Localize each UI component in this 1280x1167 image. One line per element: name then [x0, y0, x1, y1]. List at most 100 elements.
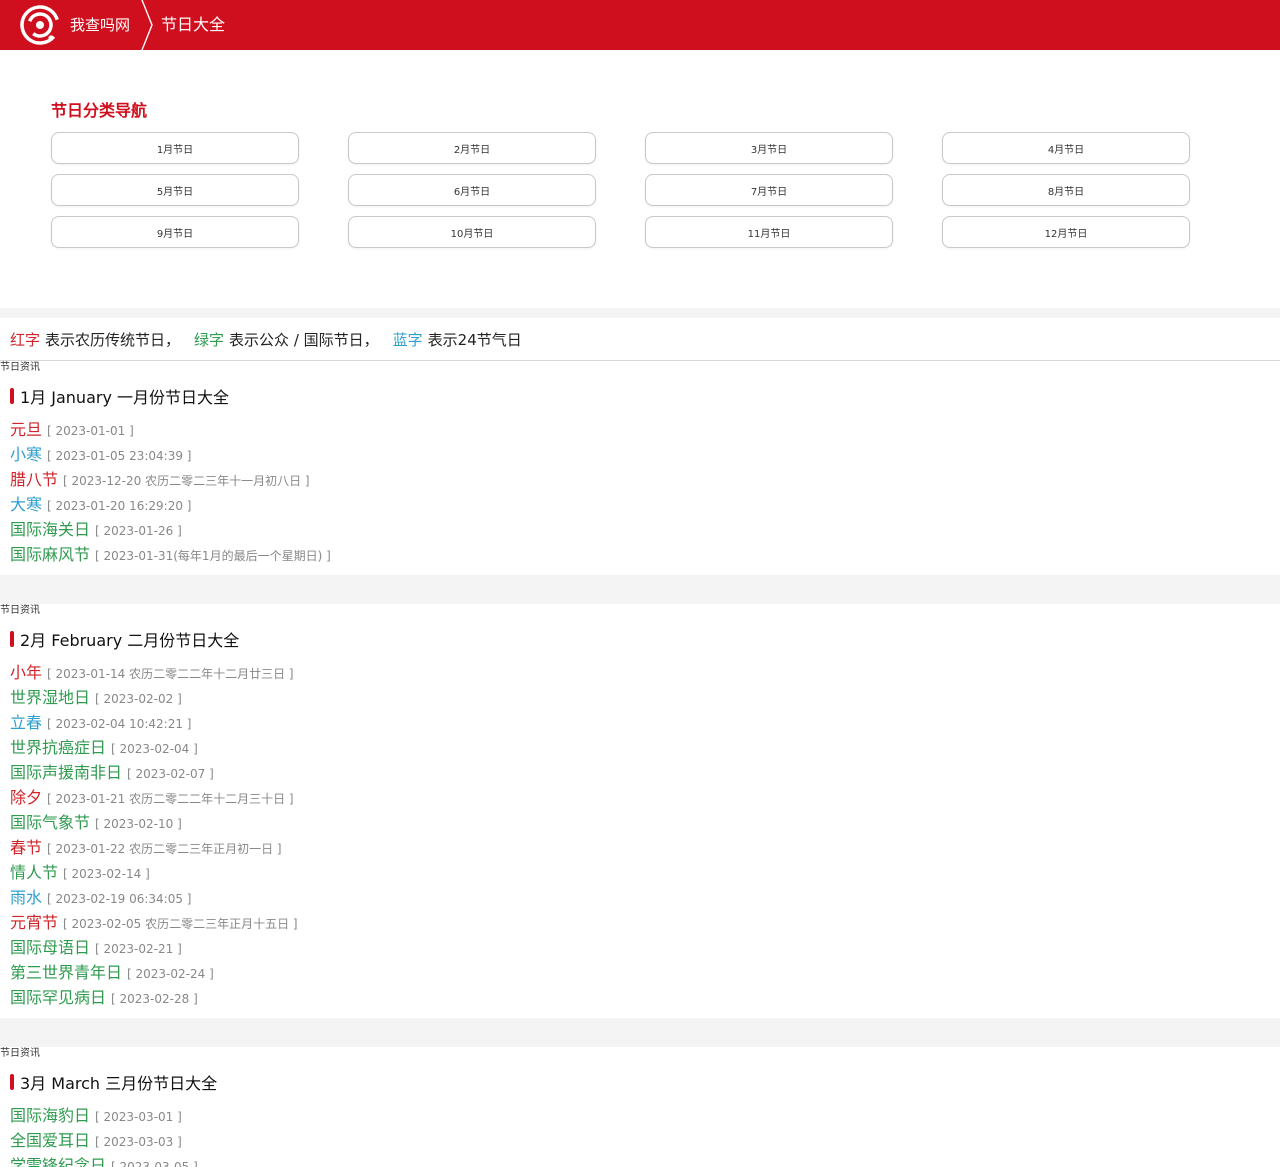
- month-button-9[interactable]: 9月节日: [51, 216, 299, 248]
- festival-item: 国际海豹日 [ 2023-03-01 ]: [10, 1103, 1270, 1128]
- month-button-12[interactable]: 12月节日: [942, 216, 1190, 248]
- festival-name-link[interactable]: 国际声援南非日: [10, 763, 122, 782]
- festival-item: 腊八节 [ 2023-12-20 农历二零二三年十一月初八日 ]: [10, 467, 1270, 492]
- festival-date: [ 2023-02-04 ]: [111, 742, 198, 756]
- month-button-1[interactable]: 1月节日: [51, 132, 299, 164]
- month-button-6[interactable]: 6月节日: [348, 174, 596, 206]
- month-button-8[interactable]: 8月节日: [942, 174, 1190, 206]
- festival-name-link[interactable]: 大寒: [10, 495, 42, 514]
- month-button-2[interactable]: 2月节日: [348, 132, 596, 164]
- festival-list: 元旦 [ 2023-01-01 ] 小寒 [ 2023-01-05 23:04:39 …: [10, 411, 1270, 575]
- festival-name-link[interactable]: 情人节: [10, 863, 58, 882]
- festival-date: [ 2023-12-20 农历二零二三年十一月初八日 ]: [63, 474, 310, 488]
- festival-name-link[interactable]: 除夕: [10, 788, 42, 807]
- festival-date: [ 2023-02-10 ]: [95, 817, 182, 831]
- festival-name-link[interactable]: 小寒: [10, 445, 42, 464]
- site-name-link[interactable]: 我查吗网: [70, 15, 130, 35]
- festival-date: [ 2023-02-28 ]: [111, 992, 198, 1006]
- festival-name-link[interactable]: 第三世界青年日: [10, 963, 122, 982]
- festival-name-link[interactable]: 世界抗癌症日: [10, 738, 106, 757]
- festival-date: [ 2023-02-05 农历二零二三年正月十五日 ]: [63, 917, 298, 931]
- festival-item: 国际罕见病日 [ 2023-02-28 ]: [10, 985, 1270, 1010]
- festival-name-link[interactable]: 元宵节: [10, 913, 58, 932]
- festival-date: [ 2023-02-21 ]: [95, 942, 182, 956]
- month-section: 2月 February 二月份节日大全 小年 [ 2023-01-14 农历二零二…: [0, 624, 1280, 1018]
- section-separator: [0, 1018, 1280, 1047]
- festival-name-link[interactable]: 学雷锋纪念日: [10, 1156, 106, 1167]
- month-button-4[interactable]: 4月节日: [942, 132, 1190, 164]
- festival-date: [ 2023-02-04 10:42:21 ]: [47, 717, 192, 731]
- section-separator: [0, 575, 1280, 604]
- month-button-10[interactable]: 10月节日: [348, 216, 596, 248]
- festival-date: [ 2023-01-05 23:04:39 ]: [47, 449, 192, 463]
- festival-name-link[interactable]: 国际罕见病日: [10, 988, 106, 1007]
- festival-name-link[interactable]: 世界湿地日: [10, 688, 90, 707]
- festival-item: 国际声援南非日 [ 2023-02-07 ]: [10, 760, 1270, 785]
- festival-date: [ 2023-01-01 ]: [47, 424, 134, 438]
- month-heading[interactable]: 1月 January 一月份节日大全: [10, 381, 1270, 411]
- heading-accent-bar: [10, 1074, 14, 1090]
- month-heading-text[interactable]: 2月 February 二月份节日大全: [20, 627, 239, 651]
- breadcrumb-current: 节日大全: [161, 15, 226, 34]
- legend-green-desc: 表示公众 / 国际节日，: [229, 331, 379, 349]
- festival-name-link[interactable]: 国际母语日: [10, 938, 90, 957]
- site-logo-icon[interactable]: [20, 5, 60, 45]
- month-heading-text[interactable]: 3月 March 三月份节日大全: [20, 1070, 217, 1094]
- festival-name-link[interactable]: 春节: [10, 838, 42, 857]
- festival-date: [ 2023-02-19 06:34:05 ]: [47, 892, 192, 906]
- festival-item: 国际气象节 [ 2023-02-10 ]: [10, 810, 1270, 835]
- festival-name-link[interactable]: 国际海豹日: [10, 1106, 90, 1125]
- legend-blue-word: 蓝字: [392, 331, 423, 349]
- festival-name-link[interactable]: 雨水: [10, 888, 42, 907]
- festival-name-link[interactable]: 国际气象节: [10, 813, 90, 832]
- festival-date: [ 2023-01-21 农历二零二二年十二月三十日 ]: [47, 792, 294, 806]
- festival-date: [ 2023-01-31(每年1月的最后一个星期日) ]: [95, 549, 331, 563]
- festival-item: 世界抗癌症日 [ 2023-02-04 ]: [10, 735, 1270, 760]
- month-section: 1月 January 一月份节日大全 元旦 [ 2023-01-01 ] 小寒 [ 2…: [0, 381, 1280, 575]
- festival-name-link[interactable]: 小年: [10, 663, 42, 682]
- festival-list: 小年 [ 2023-01-14 农历二零二二年十二月廿三日 ] 世界湿地日 [ 202…: [10, 654, 1270, 1018]
- festival-item: 国际母语日 [ 2023-02-21 ]: [10, 935, 1270, 960]
- legend-red-desc: 表示农历传统节日，: [45, 331, 181, 349]
- section-label: 节日资讯: [0, 1047, 1280, 1060]
- festival-item: 国际海关日 [ 2023-01-26 ]: [10, 517, 1270, 542]
- festival-name-link[interactable]: 全国爱耳日: [10, 1131, 90, 1150]
- section-label: 节日资讯: [0, 604, 1280, 617]
- month-heading-text[interactable]: 1月 January 一月份节日大全: [20, 384, 229, 408]
- legend-green-word: 绿字: [194, 331, 225, 349]
- festival-name-link[interactable]: 元旦: [10, 420, 42, 439]
- festival-item: 元旦 [ 2023-01-01 ]: [10, 417, 1270, 442]
- festival-item: 小寒 [ 2023-01-05 23:04:39 ]: [10, 442, 1270, 467]
- heading-accent-bar: [10, 631, 14, 647]
- festival-date: [ 2023-01-26 ]: [95, 524, 182, 538]
- festival-item: 全国爱耳日 [ 2023-03-03 ]: [10, 1128, 1270, 1153]
- festival-date: [ 2023-01-14 农历二零二二年十二月廿三日 ]: [47, 667, 294, 681]
- month-button-5[interactable]: 5月节日: [51, 174, 299, 206]
- festival-date: [ 2023-02-24 ]: [127, 967, 214, 981]
- festival-name-link[interactable]: 立春: [10, 713, 42, 732]
- festival-item: 春节 [ 2023-01-22 农历二零二三年正月初一日 ]: [10, 835, 1270, 860]
- festival-name-link[interactable]: 国际麻风节: [10, 545, 90, 564]
- month-button-3[interactable]: 3月节日: [645, 132, 893, 164]
- festival-item: 雨水 [ 2023-02-19 06:34:05 ]: [10, 885, 1270, 910]
- month-heading[interactable]: 2月 February 二月份节日大全: [10, 624, 1270, 654]
- festival-name-link[interactable]: 腊八节: [10, 470, 58, 489]
- month-button-11[interactable]: 11月节日: [645, 216, 893, 248]
- month-section: 3月 March 三月份节日大全 国际海豹日 [ 2023-03-01 ] 全国爱耳…: [0, 1067, 1280, 1167]
- color-legend: 红字 表示农历传统节日， 绿字 表示公众 / 国际节日， 蓝字 表示24节气日: [0, 318, 1280, 361]
- month-heading[interactable]: 3月 March 三月份节日大全: [10, 1067, 1270, 1097]
- breadcrumb-chevron-icon: [141, 0, 153, 50]
- festival-date: [ 2023-02-07 ]: [127, 767, 214, 781]
- legend-red-word: 红字: [10, 331, 41, 349]
- festival-item: 第三世界青年日 [ 2023-02-24 ]: [10, 960, 1270, 985]
- festival-item: 小年 [ 2023-01-14 农历二零二二年十二月廿三日 ]: [10, 660, 1270, 685]
- top-header: 我查吗网 节日大全: [0, 0, 1280, 50]
- month-button-7[interactable]: 7月节日: [645, 174, 893, 206]
- festival-name-link[interactable]: 国际海关日: [10, 520, 90, 539]
- divider: [0, 308, 1280, 318]
- festival-date: [ 2023-03-01 ]: [95, 1110, 182, 1124]
- festival-item: 元宵节 [ 2023-02-05 农历二零二三年正月十五日 ]: [10, 910, 1270, 935]
- festival-item: 立春 [ 2023-02-04 10:42:21 ]: [10, 710, 1270, 735]
- festival-date: [ 2023-02-14 ]: [63, 867, 150, 881]
- festival-item: 除夕 [ 2023-01-21 农历二零二二年十二月三十日 ]: [10, 785, 1270, 810]
